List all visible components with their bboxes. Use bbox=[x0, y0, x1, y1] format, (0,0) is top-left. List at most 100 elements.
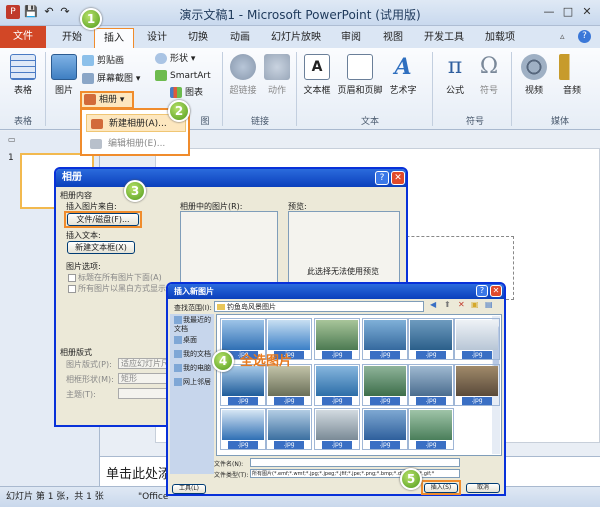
shapes-button[interactable]: 形状 ▾ bbox=[155, 52, 195, 66]
theme-name: "Office bbox=[138, 492, 169, 502]
picture-thumbnail[interactable]: .jpg bbox=[454, 318, 500, 360]
video-button[interactable]: 视频 bbox=[518, 54, 550, 96]
thumbnail-caption: .jpg bbox=[274, 441, 304, 449]
back-icon[interactable]: ◀ bbox=[430, 300, 436, 309]
shapes-icon bbox=[155, 53, 167, 64]
tab-transitions[interactable]: 切换 bbox=[183, 28, 213, 48]
file-disk-button[interactable]: 文件/磁盘(F)... bbox=[67, 213, 139, 226]
album-button[interactable]: 相册 ▾ bbox=[80, 91, 134, 109]
header-footer-label: 页眉和页脚 bbox=[337, 86, 383, 96]
header-footer-button[interactable]: 页眉和页脚 bbox=[336, 54, 384, 96]
tab-insert[interactable]: 插入 bbox=[94, 28, 134, 48]
tab-home[interactable]: 开始 bbox=[55, 28, 89, 48]
insert-button[interactable]: 插入(S) bbox=[424, 483, 458, 493]
action-button[interactable]: 动作 bbox=[262, 54, 292, 96]
delete-icon[interactable]: ✕ bbox=[458, 300, 465, 309]
tab-view[interactable]: 视图 bbox=[378, 28, 408, 48]
chart-button[interactable]: 图表 bbox=[170, 86, 203, 100]
smartart-button[interactable]: SmartArt bbox=[155, 69, 211, 83]
insert-help-button[interactable]: ? bbox=[476, 285, 488, 297]
picture-thumbnail[interactable]: .jpg bbox=[314, 408, 360, 450]
place-desktop-label: 桌面 bbox=[183, 336, 197, 344]
tools-button[interactable]: 工具(L) bbox=[172, 484, 206, 494]
caption-below-checkbox[interactable]: 标题在所有图片下面(A) bbox=[68, 272, 162, 283]
picture-thumbnail[interactable]: .jpg bbox=[266, 408, 312, 450]
thumbnail-image bbox=[456, 320, 498, 350]
insert-close-button[interactable]: ✕ bbox=[490, 285, 502, 297]
thumbnail-caption: .jpg bbox=[322, 397, 352, 405]
menu-item-edit-album[interactable]: 编辑相册(E)... bbox=[86, 135, 186, 153]
picture-thumbnail[interactable]: .jpg bbox=[408, 318, 454, 360]
caption-below-label: 标题在所有图片下面(A) bbox=[78, 273, 162, 282]
audio-button[interactable]: 音频 bbox=[556, 54, 588, 96]
close-button[interactable]: ✕ bbox=[578, 4, 596, 20]
picture-thumbnail[interactable]: .jpg bbox=[314, 364, 360, 406]
cancel-button[interactable]: 取消 bbox=[466, 483, 500, 493]
hyperlink-button[interactable]: 超链接 bbox=[226, 54, 260, 96]
clipart-button[interactable]: 剪贴画 bbox=[82, 54, 124, 68]
look-in-select[interactable]: 钓鱼岛风景图片 bbox=[214, 301, 424, 312]
minimize-button[interactable]: — bbox=[540, 4, 558, 20]
thumbnail-caption: .jpg bbox=[370, 351, 400, 359]
picture-thumbnail[interactable]: .jpg bbox=[266, 364, 312, 406]
black-white-checkbox[interactable]: 所有图片以黑白方式显示(K) bbox=[68, 283, 168, 294]
thumbnail-caption: .jpg bbox=[322, 441, 352, 449]
place-network[interactable]: 网上邻居 bbox=[172, 378, 214, 398]
clipart-label: 剪贴画 bbox=[97, 56, 125, 66]
thumbnail-image bbox=[268, 366, 310, 396]
thumbnail-image bbox=[316, 320, 358, 350]
slides-pane-tab-icon[interactable]: ▭ bbox=[8, 135, 16, 144]
place-recent[interactable]: 我最近的文档 bbox=[172, 316, 214, 336]
picture-thumbnail[interactable]: .jpg bbox=[408, 408, 454, 450]
picture-button[interactable]: 图片 bbox=[50, 54, 78, 96]
picture-thumbnail[interactable]: .jpg bbox=[362, 408, 408, 450]
help-icon[interactable]: ? bbox=[578, 30, 591, 43]
thumbnail-caption: .jpg bbox=[370, 397, 400, 405]
tab-addins[interactable]: 加载项 bbox=[480, 28, 520, 48]
group-separator bbox=[296, 52, 297, 126]
textbox-label: 文本框 bbox=[303, 86, 331, 96]
tab-developer[interactable]: 开发工具 bbox=[420, 28, 468, 48]
group-separator bbox=[222, 52, 223, 126]
views-icon[interactable]: ▤ bbox=[485, 300, 493, 309]
formula-button[interactable]: π 公式 bbox=[440, 54, 470, 96]
symbol-button[interactable]: Ω 符号 bbox=[474, 54, 504, 96]
filename-input[interactable] bbox=[250, 458, 460, 467]
tab-animations[interactable]: 动画 bbox=[225, 28, 255, 48]
picture-thumbnail[interactable]: .jpg bbox=[314, 318, 360, 360]
frame-shape-select[interactable]: 矩形 bbox=[118, 373, 172, 384]
filetype-select[interactable]: 所有图片(*.emf;*.wmf;*.jpg;*.jpeg;*.jfif;*.j… bbox=[250, 469, 460, 478]
tab-file[interactable]: 文件 bbox=[0, 26, 46, 48]
new-textbox-button[interactable]: 新建文本框(X) bbox=[67, 241, 135, 254]
theme-field[interactable] bbox=[118, 388, 172, 399]
picture-thumbnail[interactable]: .jpg bbox=[362, 364, 408, 406]
collapse-ribbon-icon[interactable]: ▵ bbox=[560, 32, 565, 42]
picture-layout-select[interactable]: 适应幻灯片尺寸 bbox=[118, 358, 172, 369]
maximize-button[interactable]: □ bbox=[559, 4, 577, 20]
thumbnail-image bbox=[410, 320, 452, 350]
picture-thumbnail[interactable]: .jpg bbox=[362, 318, 408, 360]
wordart-button[interactable]: A 艺术字 bbox=[388, 54, 418, 96]
tab-design[interactable]: 设计 bbox=[142, 28, 172, 48]
album-close-button[interactable]: ✕ bbox=[391, 171, 405, 185]
thumbnail-image bbox=[268, 410, 310, 440]
tab-slideshow[interactable]: 幻灯片放映 bbox=[265, 28, 327, 48]
insert-text-label: 插入文本: bbox=[66, 231, 101, 240]
tab-review[interactable]: 审阅 bbox=[336, 28, 366, 48]
up-folder-icon[interactable]: ⬆ bbox=[444, 300, 451, 309]
album-layout-heading: 相册版式 bbox=[60, 348, 92, 357]
table-button[interactable]: 表格 bbox=[6, 54, 40, 96]
textbox-button[interactable]: A 文本框 bbox=[300, 54, 334, 96]
smartart-icon bbox=[155, 70, 167, 81]
folder-icon bbox=[217, 304, 225, 310]
audio-icon bbox=[559, 54, 585, 80]
picture-thumbnail[interactable]: .jpg bbox=[220, 408, 266, 450]
group-text-label: 文本 bbox=[360, 117, 379, 127]
picture-thumbnail[interactable]: .jpg bbox=[408, 364, 454, 406]
black-white-label: 所有图片以黑白方式显示(K) bbox=[78, 284, 168, 293]
picture-thumbnail[interactable]: .jpg bbox=[454, 364, 500, 406]
new-folder-icon[interactable]: ▣ bbox=[471, 300, 479, 309]
album-help-button[interactable]: ? bbox=[375, 171, 389, 185]
step-badge-2: 2 bbox=[168, 100, 190, 122]
screenshot-button[interactable]: 屏幕截图 ▾ bbox=[82, 72, 140, 86]
